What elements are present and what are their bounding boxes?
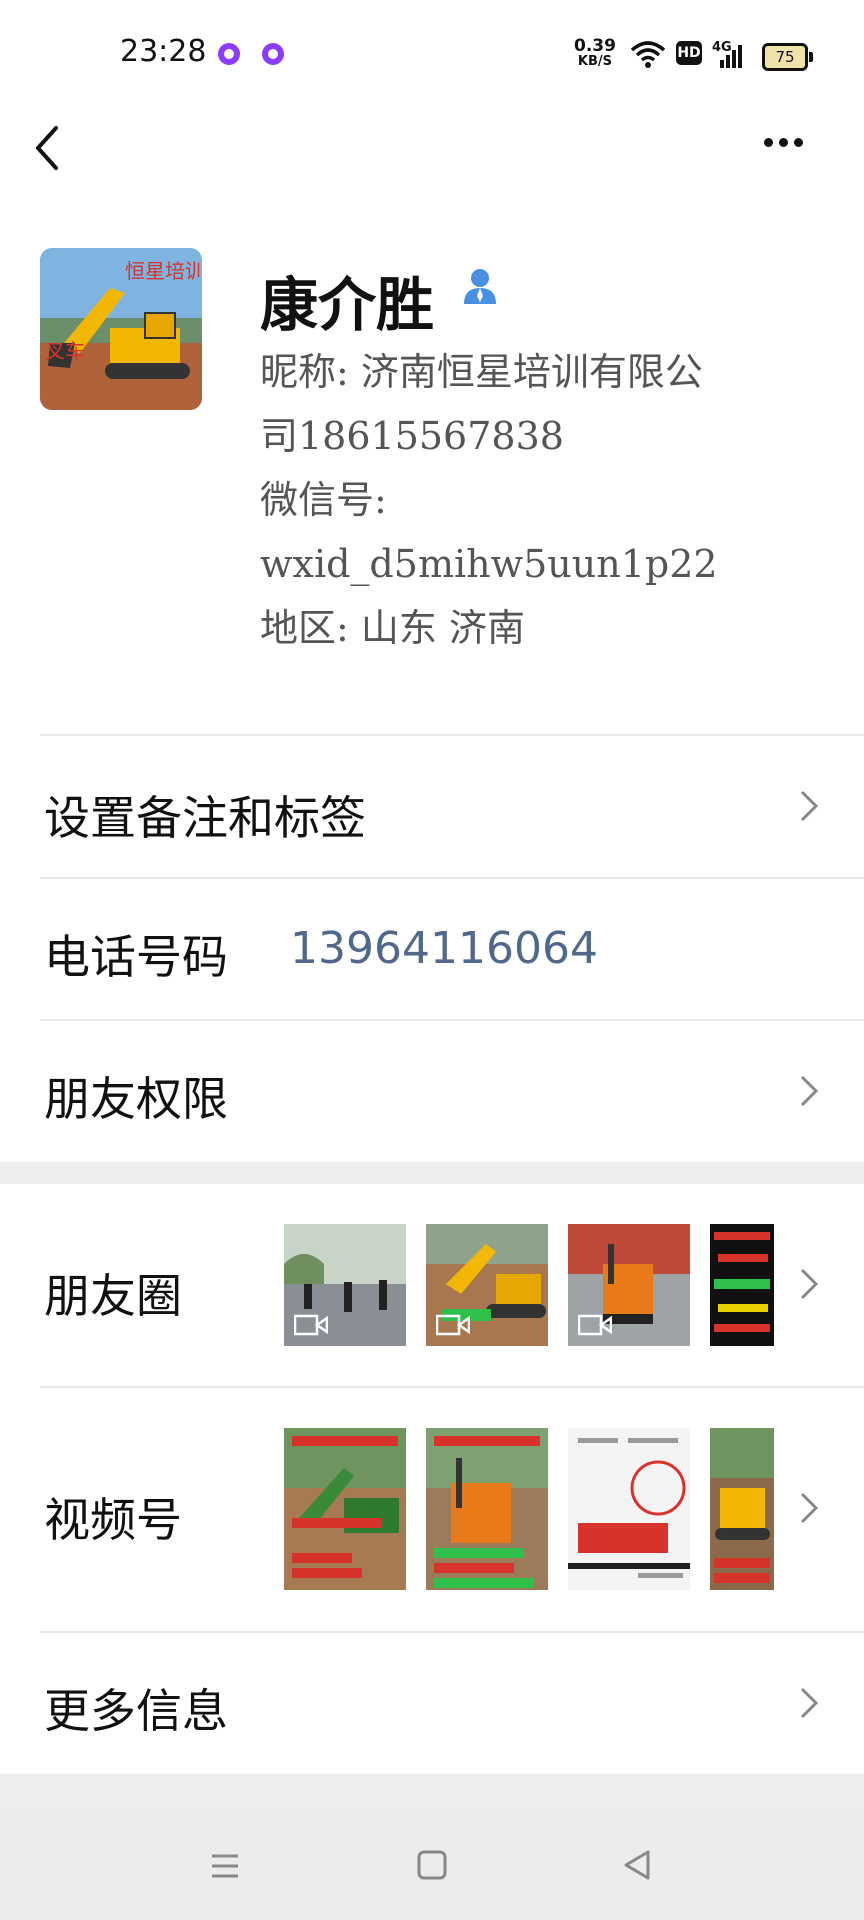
phone-row: 电话号码 13964116064: [0, 879, 864, 1019]
chevron-right-icon: [800, 1492, 819, 1524]
channels-thumbnail: [426, 1428, 548, 1590]
profile-info: 昵称: 济南恒星培训有限公 司18615567838 微信号: wxid_d5m…: [260, 340, 780, 660]
channels-image-3: [568, 1428, 690, 1590]
region: 地区: 山东 济南: [260, 606, 525, 650]
chevron-right-icon: [800, 1075, 819, 1107]
app-notification-icon: [262, 43, 284, 65]
svg-text:叉车: 叉车: [45, 339, 85, 363]
avatar[interactable]: 恒星培训 叉车: [40, 248, 202, 410]
channels-row[interactable]: 视频号: [0, 1388, 864, 1632]
moments-thumbnail: [568, 1224, 690, 1346]
video-icon: [294, 1314, 328, 1336]
status-time: 23:28: [120, 34, 207, 69]
channels-label: 视频号: [44, 1493, 182, 1547]
remark-row[interactable]: 设置备注和标签: [0, 736, 864, 878]
wechat-id-label: 微信号:: [260, 478, 387, 522]
avatar-excavator-image: 恒星培训 叉车: [40, 248, 202, 410]
contact-icon: [464, 269, 496, 304]
network-speed-value: 0.39: [574, 36, 616, 56]
wifi-icon: [630, 41, 666, 68]
chevron-right-icon: [800, 1268, 819, 1300]
svg-text:恒星培训: 恒星培训: [125, 259, 202, 283]
permissions-label: 朋友权限: [44, 1072, 228, 1126]
section-gap: [0, 1162, 864, 1184]
network-speed: 0.39 KB/S: [574, 38, 616, 70]
channels-thumbnail: [710, 1428, 774, 1590]
moments-thumbnail: [426, 1224, 548, 1346]
remark-label: 设置备注和标签: [44, 791, 366, 845]
back-icon[interactable]: [28, 118, 68, 178]
nickname-line-2: 司18615567838: [260, 414, 564, 458]
channels-image-2: [426, 1428, 548, 1590]
permissions-row[interactable]: 朋友权限: [0, 1021, 864, 1161]
phone-label: 电话号码: [44, 930, 228, 984]
section-gap: [0, 1774, 864, 1814]
moments-row[interactable]: 朋友圈: [0, 1184, 864, 1386]
network-speed-unit: KB/S: [577, 54, 613, 69]
moments-label: 朋友圈: [44, 1269, 182, 1323]
chevron-right-icon: [800, 1687, 819, 1719]
moments-thumbnail: [710, 1224, 774, 1346]
chevron-right-icon: [800, 790, 819, 822]
channels-image-4: [710, 1428, 774, 1590]
signal-icon: [720, 45, 742, 68]
menu-icon[interactable]: [200, 1840, 250, 1890]
channels-thumbnail: [568, 1428, 690, 1590]
channels-image-1: [284, 1428, 406, 1590]
status-bar: 23:28 0.39 KB/S HD 4G 75: [0, 0, 864, 110]
back-triangle-icon[interactable]: [612, 1840, 662, 1890]
home-icon[interactable]: [407, 1840, 457, 1890]
more-info-label: 更多信息: [44, 1684, 228, 1738]
wechat-id-value: wxid_d5mihw5uun1p22: [260, 542, 718, 586]
nickname-line-1: 昵称: 济南恒星培训有限公: [260, 350, 703, 394]
moments-image-4: [710, 1224, 774, 1346]
video-icon: [578, 1314, 612, 1336]
phone-number-link[interactable]: 13964116064: [290, 923, 598, 974]
app-notification-icon: [218, 43, 240, 65]
moments-thumbnail: [284, 1224, 406, 1346]
more-icon[interactable]: [764, 132, 820, 162]
contact-name: 康介胜: [260, 271, 435, 339]
hd-badge: HD: [676, 41, 702, 65]
battery-indicator: 75: [762, 43, 813, 71]
channels-thumbnail: [284, 1428, 406, 1590]
more-info-row[interactable]: 更多信息: [0, 1633, 864, 1775]
video-icon: [436, 1314, 470, 1336]
